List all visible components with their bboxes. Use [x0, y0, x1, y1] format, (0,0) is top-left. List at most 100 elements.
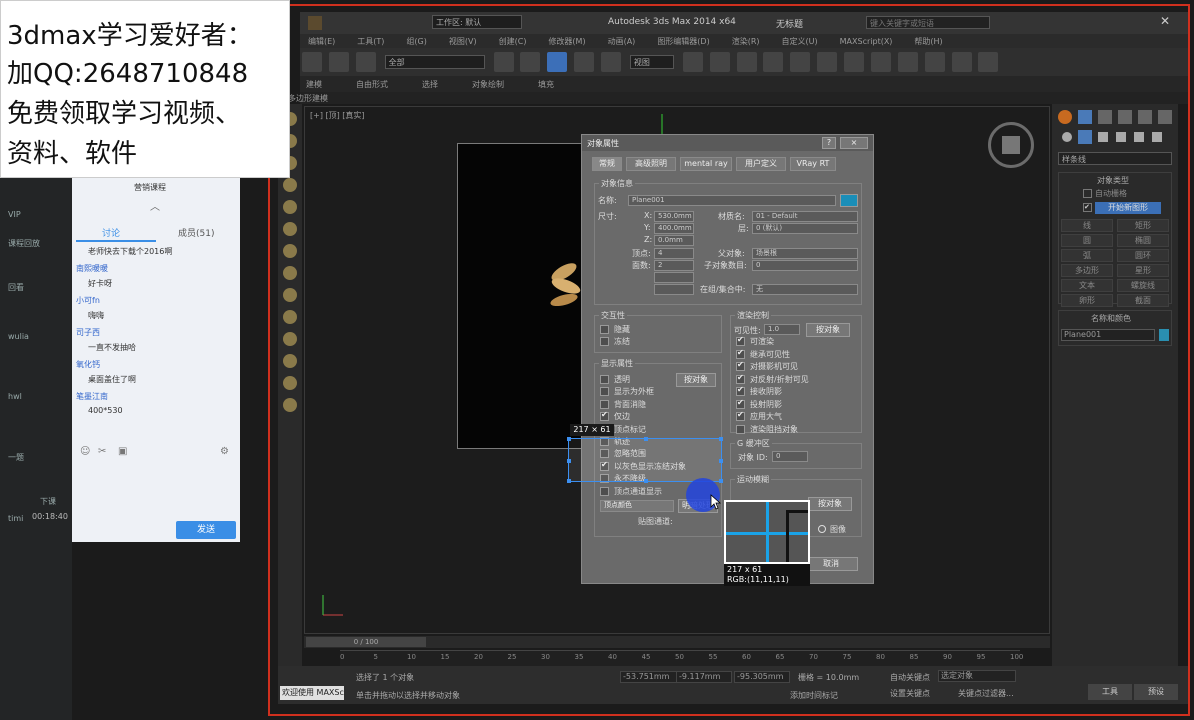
- side-rail-label[interactable]: 回看: [8, 282, 24, 293]
- render-by-object-button[interactable]: 按对象: [806, 323, 850, 337]
- plane-icon[interactable]: [283, 244, 297, 258]
- side-rail-label[interactable]: 课程回放: [8, 238, 40, 249]
- menu-item[interactable]: 渲染(R): [732, 36, 760, 47]
- side-rail-label[interactable]: VIP: [8, 210, 21, 219]
- shape-button[interactable]: 多边形: [1061, 264, 1113, 277]
- time-slider-thumb[interactable]: 0 / 100: [306, 637, 426, 647]
- render-option-checkbox[interactable]: [736, 373, 745, 384]
- display-by-object-button[interactable]: 按对象: [676, 373, 716, 387]
- display-option-checkbox[interactable]: [600, 375, 609, 384]
- resize-handle[interactable]: [644, 479, 648, 483]
- menu-item[interactable]: 组(G): [406, 36, 426, 47]
- tab-mental-ray[interactable]: mental ray: [680, 157, 732, 171]
- selection-filter-dropdown[interactable]: 全部: [384, 55, 485, 69]
- undo-icon[interactable]: [302, 52, 322, 72]
- auto-key-button[interactable]: 自动关键点: [890, 672, 930, 683]
- x-coordinate-field[interactable]: -53.751mm: [620, 671, 680, 683]
- auto-grid-checkbox[interactable]: [1083, 189, 1092, 198]
- mirror-icon[interactable]: [790, 52, 811, 72]
- scale-icon[interactable]: [601, 52, 621, 72]
- utilities-tab-icon[interactable]: [1158, 110, 1172, 124]
- reference-coord-dropdown[interactable]: 视图: [629, 55, 674, 69]
- chat-username[interactable]: 小可fn: [76, 295, 100, 306]
- render-option-checkbox[interactable]: [736, 410, 745, 421]
- key-mode-dropdown[interactable]: 选定对象: [938, 670, 1016, 682]
- scatter-icon[interactable]: [283, 398, 297, 412]
- tools-button[interactable]: 工具: [1088, 684, 1132, 700]
- side-rail-label[interactable]: 下课: [40, 496, 56, 507]
- box-icon[interactable]: [283, 222, 297, 236]
- shape-button[interactable]: 截面: [1117, 294, 1169, 307]
- render-option-checkbox[interactable]: [736, 385, 745, 396]
- layer-icon[interactable]: [844, 52, 864, 72]
- emoji-icon[interactable]: ☺: [80, 446, 90, 457]
- display-option-checkbox[interactable]: [600, 387, 609, 397]
- ribbon-tab[interactable]: 自由形式: [356, 79, 388, 90]
- marketing-course-link[interactable]: 营销课程: [134, 182, 166, 193]
- resize-handle[interactable]: [567, 459, 571, 463]
- light-icon[interactable]: [283, 288, 297, 302]
- screenshot-selection-box[interactable]: [567, 437, 723, 483]
- shape-button[interactable]: 弧: [1061, 249, 1113, 262]
- render-setup-icon[interactable]: [951, 52, 972, 72]
- link-icon[interactable]: [355, 52, 376, 72]
- image-radio[interactable]: [818, 525, 826, 533]
- menu-item[interactable]: 帮助(H): [914, 36, 942, 47]
- ribbon-tab[interactable]: 填充: [538, 79, 554, 90]
- object-id-spinner[interactable]: 0: [772, 451, 808, 462]
- preset-button[interactable]: 预设: [1134, 684, 1178, 700]
- plant-object[interactable]: [544, 252, 582, 316]
- menu-item[interactable]: 动画(A): [608, 36, 636, 47]
- shape-button[interactable]: 文本: [1061, 279, 1113, 292]
- visibility-spinner[interactable]: 1.0: [764, 324, 800, 335]
- chat-username[interactable]: 氧化钙: [76, 359, 100, 370]
- system-icon[interactable]: [283, 376, 297, 390]
- resize-handle[interactable]: [567, 437, 571, 441]
- helpers-icon[interactable]: [1134, 132, 1144, 142]
- shape-button[interactable]: 矩形: [1117, 219, 1169, 232]
- cancel-button[interactable]: 取消: [804, 557, 858, 571]
- helper-icon[interactable]: [283, 332, 297, 346]
- ribbon-tab[interactable]: 选择: [422, 79, 438, 90]
- shape-button[interactable]: 圆: [1061, 234, 1113, 247]
- render-option-checkbox[interactable]: [736, 424, 745, 434]
- side-rail-label[interactable]: wulia: [8, 332, 29, 341]
- render-option-checkbox[interactable]: [736, 398, 745, 409]
- set-key-button[interactable]: 设置关键点: [890, 688, 930, 699]
- tab-vray-rt[interactable]: VRay RT: [790, 157, 836, 171]
- curve-editor-icon[interactable]: [870, 52, 891, 72]
- shape-button[interactable]: 卵形: [1061, 294, 1113, 307]
- pyramid-icon[interactable]: [283, 266, 297, 280]
- torus-icon[interactable]: [283, 178, 297, 192]
- create-tab-icon[interactable]: [1058, 110, 1072, 124]
- tab-user-defined[interactable]: 用户定义: [736, 157, 786, 171]
- send-button[interactable]: 发送: [176, 521, 236, 539]
- render-option-checkbox[interactable]: [736, 360, 745, 371]
- menu-item[interactable]: 创建(C): [499, 36, 527, 47]
- ribbon-tab[interactable]: 建模: [306, 79, 322, 90]
- hide-checkbox[interactable]: [600, 325, 609, 334]
- rotate-icon[interactable]: [574, 52, 595, 72]
- name-field[interactable]: Plane001: [628, 195, 836, 206]
- percent-snap-icon[interactable]: [763, 52, 784, 72]
- close-icon[interactable]: ✕: [1160, 14, 1170, 28]
- chat-username[interactable]: 笔墨江南: [76, 391, 108, 402]
- object-name-field[interactable]: Plane001: [1061, 329, 1155, 341]
- viewcube[interactable]: [988, 122, 1034, 168]
- display-tab-icon[interactable]: [1138, 110, 1152, 124]
- shape-button[interactable]: 椭圆: [1117, 234, 1169, 247]
- add-time-tag[interactable]: 添加时间标记: [790, 690, 838, 701]
- resize-handle[interactable]: [719, 479, 723, 483]
- shape-button[interactable]: 螺旋线: [1117, 279, 1169, 292]
- shapes-icon[interactable]: [1078, 130, 1092, 144]
- motion-blur-by-object-button[interactable]: 按对象: [808, 497, 852, 511]
- ribbon-tab[interactable]: 对象绘制: [472, 79, 504, 90]
- side-rail-label[interactable]: 一题: [8, 452, 24, 463]
- app-logo-icon[interactable]: [308, 16, 322, 30]
- material-editor-icon[interactable]: [924, 52, 945, 72]
- resize-handle[interactable]: [567, 479, 571, 483]
- freeze-checkbox[interactable]: [600, 337, 609, 346]
- key-filters-button[interactable]: 关键点过滤器...: [958, 688, 1014, 699]
- settings-icon[interactable]: ⚙: [220, 446, 229, 457]
- chat-username[interactable]: 南熙暖暖: [76, 263, 108, 274]
